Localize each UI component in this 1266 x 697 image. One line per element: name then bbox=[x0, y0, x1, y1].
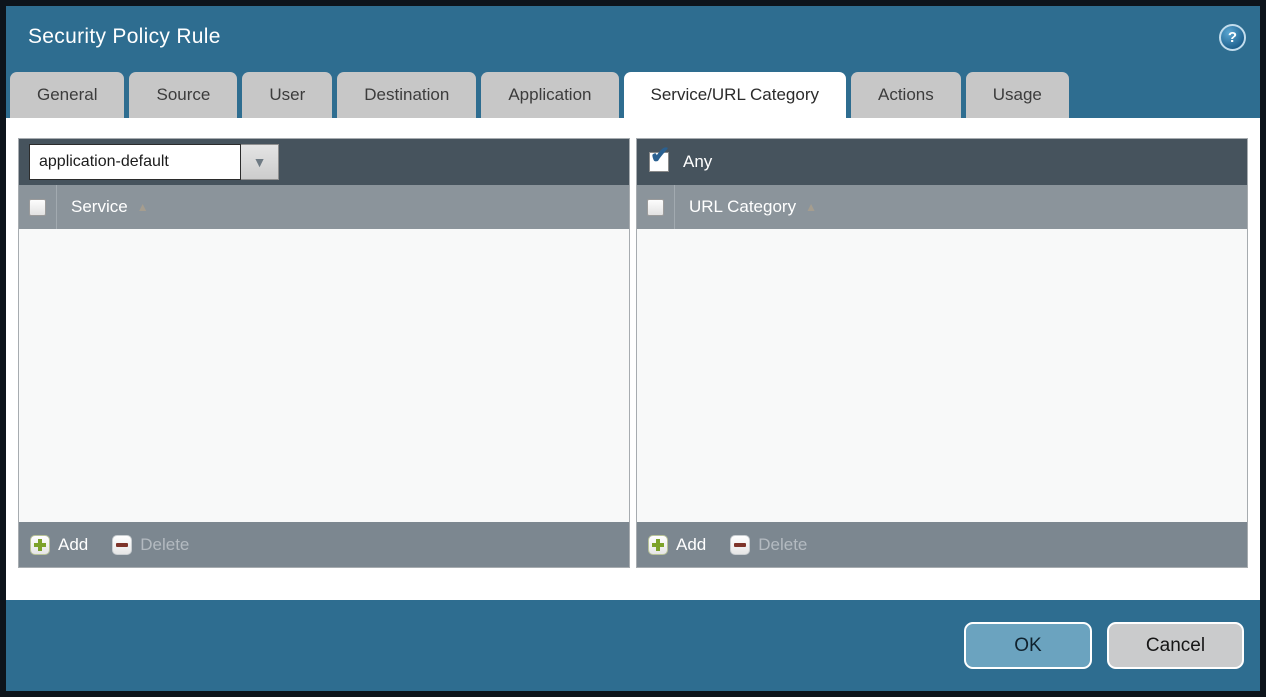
tab-destination[interactable]: Destination bbox=[337, 72, 476, 118]
tab-general[interactable]: General bbox=[10, 72, 124, 118]
tab-bar: GeneralSourceUserDestinationApplicationS… bbox=[6, 68, 1260, 118]
service-delete-button[interactable]: Delete bbox=[112, 535, 189, 555]
service-type-input[interactable] bbox=[29, 144, 241, 180]
checkmark-icon: ✔ bbox=[650, 144, 670, 168]
service-list-body[interactable] bbox=[19, 229, 629, 522]
url-category-panel: ✔ Any URL Category ▲ Add Delete bbox=[636, 138, 1248, 568]
help-icon[interactable]: ? bbox=[1219, 24, 1246, 51]
chevron-down-icon[interactable]: ▼ bbox=[241, 144, 279, 180]
service-table-header: Service ▲ bbox=[19, 185, 629, 229]
dialog-title: Security Policy Rule bbox=[28, 25, 221, 49]
url-category-add-label: Add bbox=[676, 535, 706, 555]
service-add-label: Add bbox=[58, 535, 88, 555]
service-delete-label: Delete bbox=[140, 535, 189, 555]
service-panel: ▼ Service ▲ Add Delete bbox=[18, 138, 630, 568]
url-category-header-checkbox-cell bbox=[637, 185, 675, 229]
cancel-button[interactable]: Cancel bbox=[1107, 622, 1244, 669]
tab-usage[interactable]: Usage bbox=[966, 72, 1069, 118]
service-header-checkbox-cell bbox=[19, 185, 57, 229]
service-select-all-checkbox[interactable] bbox=[29, 199, 46, 216]
titlebar: Security Policy Rule ? bbox=[6, 6, 1260, 68]
service-footer: Add Delete bbox=[19, 522, 629, 567]
url-category-delete-button[interactable]: Delete bbox=[730, 535, 807, 555]
tab-actions[interactable]: Actions bbox=[851, 72, 961, 118]
url-category-list-body[interactable] bbox=[637, 229, 1247, 522]
service-type-combo: ▼ bbox=[29, 144, 279, 180]
url-category-column-label[interactable]: URL Category bbox=[689, 197, 796, 217]
security-policy-rule-dialog: Security Policy Rule ? GeneralSourceUser… bbox=[6, 6, 1260, 691]
minus-icon bbox=[112, 535, 132, 555]
tab-user[interactable]: User bbox=[242, 72, 332, 118]
any-label: Any bbox=[683, 152, 712, 172]
service-toolbar: ▼ bbox=[19, 139, 629, 185]
service-add-button[interactable]: Add bbox=[30, 535, 88, 555]
tab-application[interactable]: Application bbox=[481, 72, 618, 118]
ok-button[interactable]: OK bbox=[964, 622, 1092, 669]
tab-service-url-category[interactable]: Service/URL Category bbox=[624, 72, 847, 118]
url-category-table-header: URL Category ▲ bbox=[637, 185, 1247, 229]
plus-icon bbox=[648, 535, 668, 555]
url-category-toolbar: ✔ Any bbox=[637, 139, 1247, 185]
any-checkbox[interactable]: ✔ bbox=[649, 152, 669, 172]
minus-icon bbox=[730, 535, 750, 555]
sort-asc-icon[interactable]: ▲ bbox=[805, 200, 817, 214]
plus-icon bbox=[30, 535, 50, 555]
service-column-label[interactable]: Service bbox=[71, 197, 128, 217]
sort-asc-icon[interactable]: ▲ bbox=[137, 200, 149, 214]
url-category-footer: Add Delete bbox=[637, 522, 1247, 567]
url-category-add-button[interactable]: Add bbox=[648, 535, 706, 555]
tab-content: ▼ Service ▲ Add Delete bbox=[6, 118, 1260, 600]
dialog-button-row: OK Cancel bbox=[6, 600, 1260, 691]
url-category-select-all-checkbox[interactable] bbox=[647, 199, 664, 216]
url-category-delete-label: Delete bbox=[758, 535, 807, 555]
tab-source[interactable]: Source bbox=[129, 72, 237, 118]
